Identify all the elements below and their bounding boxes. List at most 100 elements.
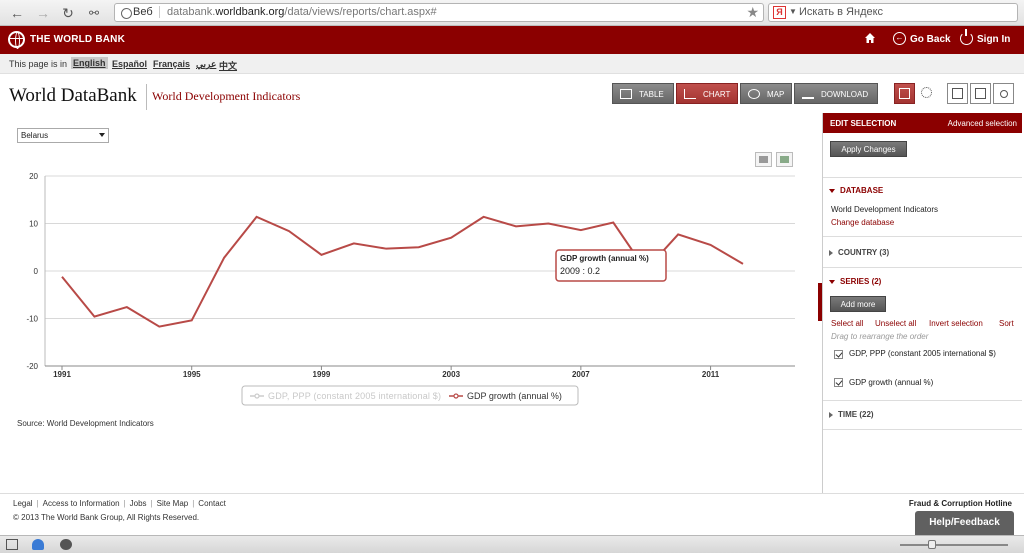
lang-chinese[interactable]: 中文 <box>219 59 237 72</box>
apply-changes-button[interactable]: Apply Changes <box>830 141 907 157</box>
footer-link-sitemap[interactable]: Site Map <box>157 499 189 508</box>
chart-view-button[interactable]: CHART <box>676 83 738 104</box>
help-feedback-button[interactable]: Help/Feedback <box>915 511 1014 535</box>
database-heading: DATABASE <box>840 186 884 195</box>
y-tick-label: 0 <box>34 267 39 276</box>
chevron-down-icon <box>829 188 835 193</box>
chart-label: CHART <box>703 90 731 99</box>
language-bar: This page is in English Español Français… <box>0 54 1024 74</box>
search-input[interactable]: Я ▼ Искать в Яндекс <box>768 3 1018 22</box>
url-path: /data/views/reports/chart.aspx# <box>284 6 437 18</box>
speed-icon[interactable] <box>60 539 72 550</box>
footer-separator: | <box>150 499 153 508</box>
yandex-icon: Я <box>773 6 786 19</box>
edit-selection-title: EDIT SELECTION <box>830 119 897 128</box>
chevron-right-icon <box>829 411 833 418</box>
cloud-icon[interactable] <box>32 539 44 550</box>
series-checkbox-gdp-ppp[interactable] <box>834 350 843 359</box>
go-back-icon[interactable]: ← <box>893 32 906 45</box>
section-divider <box>823 177 1022 178</box>
legend-swatch-marker <box>254 393 260 399</box>
download-icon <box>802 89 814 99</box>
fraud-hotline-link[interactable]: Fraud & Corruption Hotline <box>909 499 1012 508</box>
gear-icon <box>921 87 932 98</box>
go-back-link[interactable]: Go Back <box>910 34 951 45</box>
layout-icon <box>899 88 910 99</box>
share-button[interactable] <box>993 83 1014 104</box>
zoom-slider-thumb[interactable] <box>928 540 936 549</box>
chevron-down-icon[interactable]: ▼ <box>789 7 797 16</box>
download-label: DOWNLOAD <box>821 90 869 99</box>
change-database-link[interactable]: Change database <box>831 218 894 227</box>
search-placeholder: Искать в Яндекс <box>799 6 884 18</box>
window-icon[interactable] <box>6 539 18 550</box>
save-icon <box>952 88 963 99</box>
lang-francais[interactable]: Français <box>153 59 190 69</box>
country-section-toggle[interactable]: COUNTRY (3) <box>829 248 889 257</box>
key-icon[interactable]: ⚯ <box>85 4 103 22</box>
embed-button[interactable] <box>970 83 991 104</box>
time-section-toggle[interactable]: TIME (22) <box>829 410 874 419</box>
table-view-button[interactable]: TABLE <box>612 83 674 104</box>
print-icon <box>759 156 768 163</box>
lang-english[interactable]: English <box>71 57 108 69</box>
database-name: World Development Indicators <box>831 205 939 214</box>
map-view-button[interactable]: MAP <box>740 83 792 104</box>
site-footer: Legal | Access to Information | Jobs | Site Ma… <box>0 493 1024 535</box>
address-url[interactable]: databank.worldbank.org/data/views/report… <box>167 6 437 18</box>
x-tick-label: 2003 <box>442 370 460 379</box>
lang-espanol[interactable]: Español <box>112 59 147 69</box>
bookmark-star-icon[interactable]: ★ <box>746 4 759 21</box>
edit-selection-panel: EDIT SELECTION Advanced selection Apply … <box>822 113 1022 493</box>
legend-item-label: GDP growth (annual %) <box>467 391 562 401</box>
lang-arabic[interactable]: عربي <box>196 59 216 70</box>
sign-in-link[interactable]: Sign In <box>977 34 1010 45</box>
back-arrow-icon[interactable]: ← <box>8 4 26 22</box>
site-info-tag[interactable]: Веб <box>119 6 160 19</box>
export-icon <box>780 156 789 163</box>
country-dropdown-value: Belarus <box>21 131 49 140</box>
site-logo-text[interactable]: THE WORLD BANK <box>30 34 125 45</box>
y-tick-label: -20 <box>26 362 38 371</box>
address-bar[interactable]: Веб databank.worldbank.org/data/views/re… <box>114 3 764 22</box>
x-tick-label: 2011 <box>702 370 720 379</box>
share-icon <box>1000 90 1008 98</box>
invert-selection-link[interactable]: Invert selection <box>929 319 983 328</box>
footer-link-access[interactable]: Access to Information <box>43 499 120 508</box>
y-tick-label: 10 <box>29 220 38 229</box>
unselect-all-link[interactable]: Unselect all <box>875 319 916 328</box>
layout-button[interactable] <box>894 83 915 104</box>
x-tick-label: 1991 <box>53 370 71 379</box>
chart-tooltip-value: 2009 : 0.2 <box>560 266 600 276</box>
map-label: MAP <box>767 90 785 99</box>
reload-icon[interactable]: ↻ <box>59 4 77 22</box>
series-section-toggle[interactable]: SERIES (2) <box>829 277 881 286</box>
power-icon[interactable] <box>960 29 973 45</box>
series-checkbox-gdp-growth[interactable] <box>834 378 843 387</box>
forward-arrow-icon[interactable]: → <box>34 4 52 22</box>
add-more-button[interactable]: Add more <box>830 296 886 312</box>
country-dropdown[interactable]: Belarus <box>17 128 109 143</box>
download-button[interactable]: DOWNLOAD <box>794 83 878 104</box>
sort-link[interactable]: Sort <box>999 319 1014 328</box>
language-prefix: This page is in <box>9 59 68 69</box>
world-bank-globe-icon <box>8 31 25 49</box>
footer-link-contact[interactable]: Contact <box>198 499 226 508</box>
page-subtitle: World Development Indicators <box>152 89 301 103</box>
footer-separator: | <box>192 499 195 508</box>
save-button[interactable] <box>947 83 968 104</box>
footer-link-jobs[interactable]: Jobs <box>130 499 147 508</box>
series-heading: SERIES (2) <box>840 277 882 286</box>
globe-icon <box>748 89 760 99</box>
settings-button[interactable] <box>917 83 938 104</box>
select-all-link[interactable]: Select all <box>831 319 863 328</box>
section-divider <box>823 400 1022 401</box>
section-divider <box>823 236 1022 237</box>
time-heading: TIME (22) <box>838 410 874 419</box>
footer-link-legal[interactable]: Legal <box>13 499 33 508</box>
home-icon[interactable] <box>864 32 876 44</box>
zoom-slider-track[interactable] <box>900 544 1008 546</box>
database-section-toggle[interactable]: DATABASE <box>829 186 883 195</box>
advanced-selection-link[interactable]: Advanced selection <box>948 119 1017 128</box>
section-divider <box>823 267 1022 268</box>
